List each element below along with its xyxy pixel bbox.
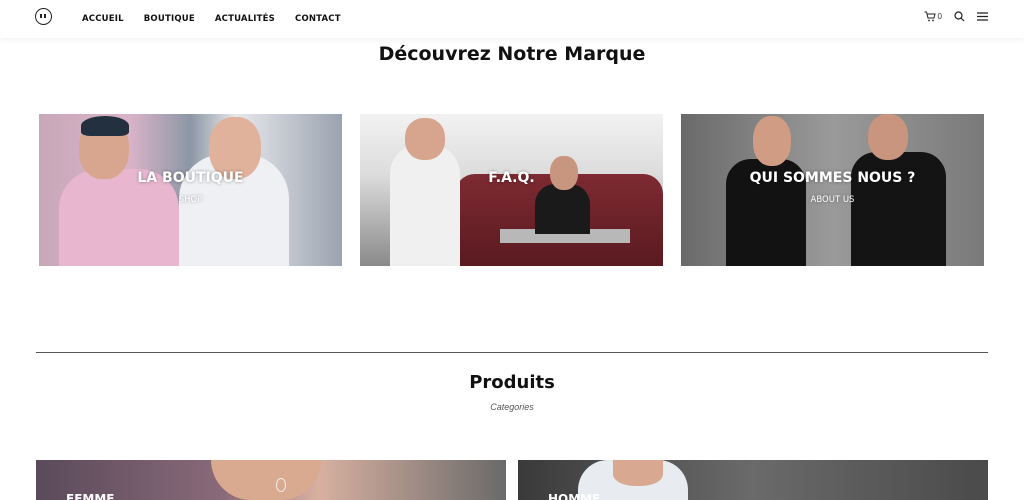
tile-boutique-caption: LA BOUTIQUE SHOP (39, 170, 342, 205)
discover-title: Découvrez Notre Marque (378, 43, 646, 65)
nav-actualites[interactable]: ACTUALITÉS (215, 14, 275, 24)
header-icons: 0 (924, 11, 988, 22)
search-icon[interactable] (954, 11, 965, 22)
main-nav: ACCUEIL BOUTIQUE ACTUALITÉS CONTACT (82, 14, 361, 24)
products-subtitle: Categories (490, 402, 534, 412)
category-homme[interactable]: HOMME (518, 460, 988, 500)
tile-about-caption: QUI SOMMES NOUS ? ABOUT US (681, 170, 984, 205)
tile-boutique-subtitle: SHOP (178, 195, 203, 205)
section-divider (36, 352, 988, 353)
tile-boutique[interactable]: LA BOUTIQUE SHOP (39, 114, 342, 266)
cart-count: 0 (937, 12, 942, 21)
menu-icon[interactable] (977, 12, 988, 21)
category-homme-label: HOMME (548, 492, 601, 500)
tile-faq-title: F.A.Q. (488, 170, 535, 186)
tile-boutique-title: LA BOUTIQUE (137, 170, 244, 186)
nav-accueil[interactable]: ACCUEIL (82, 14, 124, 24)
cart-icon (924, 11, 936, 22)
category-femme-label: FEMME (66, 492, 115, 500)
tile-about-subtitle: ABOUT US (810, 195, 855, 205)
smiley-logo-icon[interactable] (35, 8, 52, 25)
category-femme[interactable]: FEMME (36, 460, 506, 500)
tile-faq[interactable]: F.A.Q. (360, 114, 663, 266)
tile-about-title: QUI SOMMES NOUS ? (749, 170, 916, 186)
site-header: ACCUEIL BOUTIQUE ACTUALITÉS CONTACT 0 (0, 0, 1024, 38)
nav-boutique[interactable]: BOUTIQUE (144, 14, 195, 24)
products-title: Produits (469, 372, 555, 393)
nav-contact[interactable]: CONTACT (295, 14, 341, 24)
tile-about[interactable]: QUI SOMMES NOUS ? ABOUT US (681, 114, 984, 266)
tile-faq-caption: F.A.Q. (360, 170, 663, 195)
cart-button[interactable]: 0 (924, 11, 942, 22)
